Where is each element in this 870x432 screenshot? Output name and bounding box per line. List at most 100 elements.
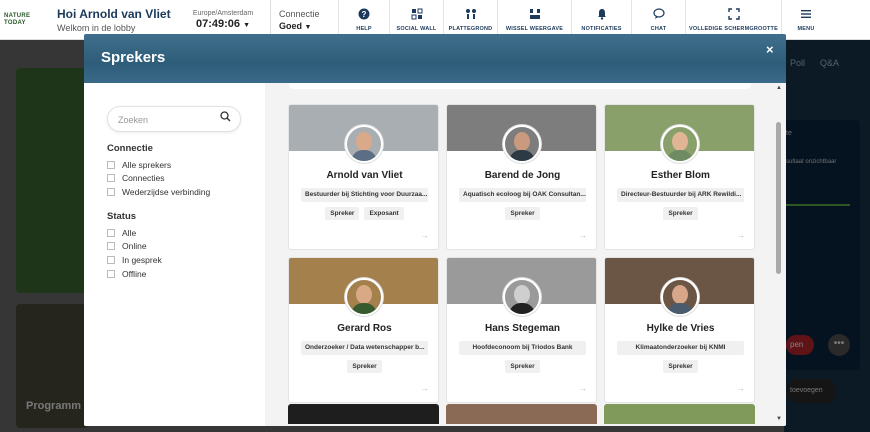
avatar-face	[514, 285, 530, 304]
filter-option-label: Alle	[122, 227, 137, 238]
filter-option-alle-sprekers[interactable]: Alle sprekers	[107, 158, 210, 172]
avatar-face	[672, 285, 688, 304]
filter-option-label: Wederzijdse verbinding	[122, 186, 211, 197]
map-icon	[465, 8, 477, 23]
checkbox[interactable]	[107, 174, 115, 183]
checkbox[interactable]	[107, 255, 115, 264]
avatar-body	[667, 150, 693, 161]
speaker-tags: Spreker Exposant	[289, 207, 438, 220]
speaker-tags: Spreker	[605, 360, 754, 373]
avatar-face	[514, 132, 530, 151]
connection-value: Goed ▼	[279, 21, 332, 31]
scroll-down-icon[interactable]: ▼	[776, 416, 782, 422]
speaker-role: Klimaatonderzoeker bij KNMI	[617, 341, 744, 355]
logo-text-top: NATURE	[4, 12, 31, 19]
speaker-name: Arnold van Vliet	[326, 170, 403, 181]
nav-wissel-weergave-label: WISSEL WEERGAVE	[505, 25, 564, 32]
speaker-card[interactable]: Esther Blom Directeur-Bestuurder bij ARK…	[604, 104, 755, 250]
filter-option-online[interactable]: Online	[107, 240, 162, 254]
help-icon: ?	[358, 8, 370, 23]
tag-badge: Spreker	[505, 360, 540, 373]
avatar-body	[667, 303, 693, 314]
avatar	[661, 125, 699, 163]
speaker-tags: Spreker	[289, 360, 438, 373]
speaker-tags: Spreker	[447, 360, 596, 373]
filter-option-in-gesprek[interactable]: In gesprek	[107, 253, 162, 267]
arrow-right-icon[interactable]: →	[737, 384, 745, 393]
search-box	[107, 106, 241, 132]
speaker-card-partial[interactable]	[446, 404, 597, 424]
search-input[interactable]	[118, 112, 218, 127]
arrow-right-icon[interactable]: →	[421, 231, 429, 240]
speaker-card[interactable]: Barend de Jong Aquatisch ecoloog bij OAK…	[446, 104, 597, 250]
arrow-right-icon[interactable]: →	[421, 384, 429, 393]
checkbox[interactable]	[107, 160, 115, 169]
speaker-name: Gerard Ros	[337, 323, 392, 334]
filter-option-wederzijdse-verbinding[interactable]: Wederzijdse verbinding	[107, 185, 210, 199]
filter-option-label: Offline	[122, 268, 147, 279]
speakers-modal: Sprekers × Connectie Alle sprekers Conne…	[84, 34, 786, 426]
modal-title: Sprekers	[101, 49, 166, 66]
social-wall-icon	[411, 8, 423, 23]
connection-value-text: Goed	[279, 20, 303, 31]
arrow-right-icon[interactable]: →	[737, 231, 745, 240]
speaker-card-partial[interactable]	[604, 404, 755, 424]
avatar-body	[351, 303, 377, 314]
menu-icon	[800, 8, 812, 23]
filter-option-label: In gesprek	[122, 254, 162, 265]
nav-menu[interactable]: MENU	[781, 0, 830, 40]
filter-option-alle[interactable]: Alle	[107, 226, 162, 240]
checkbox[interactable]	[107, 242, 115, 251]
nav-menu-label: MENU	[797, 25, 815, 32]
search-icon[interactable]	[220, 111, 231, 125]
timezone-clock[interactable]: Europe/Amsterdam 07:49:06 ▼	[183, 10, 263, 30]
nature-today-logo[interactable]: NATURE TODAY	[4, 7, 48, 33]
filter-option-offline[interactable]: Offline	[107, 267, 162, 281]
speaker-card-partial[interactable]	[288, 404, 439, 424]
connection-label: Connectie	[279, 8, 320, 19]
avatar	[661, 278, 699, 316]
nav-plattegrond-label: PLATTEGROND	[448, 25, 493, 32]
speaker-name: Hans Stegeman	[484, 323, 561, 334]
scroll-up-icon[interactable]: ▲	[776, 85, 782, 91]
close-icon[interactable]: ×	[766, 42, 774, 57]
checkbox[interactable]	[107, 228, 115, 237]
speaker-tags: Spreker	[447, 207, 596, 220]
scrollbar-thumb[interactable]	[776, 122, 781, 274]
greeting-subtitle: Welkom in de lobby	[57, 22, 136, 33]
logo-text-bottom: TODAY	[4, 19, 26, 26]
checkbox[interactable]	[107, 269, 115, 278]
scrollbar[interactable]: ▲ ▼	[775, 83, 783, 426]
avatar	[345, 278, 383, 316]
filter-status: Status Alle Online In gesprek Offline	[107, 211, 162, 280]
checkbox[interactable]	[107, 187, 115, 196]
speaker-name: Barend de Jong	[484, 170, 561, 181]
filter-title-connectie: Connectie	[107, 143, 153, 154]
nav-help-label: HELP	[356, 25, 372, 32]
timezone-label: Europe/Amsterdam	[192, 9, 254, 17]
avatar-face	[672, 132, 688, 151]
arrow-right-icon[interactable]: →	[579, 231, 587, 240]
speaker-name: Hylke de Vries	[646, 323, 715, 334]
filter-sidebar: Connectie Alle sprekers Connecties Weder…	[84, 83, 265, 426]
speaker-card[interactable]: Hylke de Vries Klimaatonderzoeker bij KN…	[604, 257, 755, 403]
avatar-body	[509, 150, 535, 161]
filter-option-connecties[interactable]: Connecties	[107, 172, 210, 186]
speaker-card[interactable]: Hans Stegeman Hoofdeconoom bij Triodos B…	[446, 257, 597, 403]
tag-badge: Spreker	[505, 207, 540, 220]
clock-time-value: 07:49:06	[195, 17, 241, 30]
speaker-card[interactable]: Arnold van Vliet Bestuurder bij Stichtin…	[288, 104, 439, 250]
nav-social-wall-label: SOCIAL WALL	[396, 25, 437, 32]
tag-badge: Exposant	[364, 207, 404, 220]
filter-option-label: Connecties	[122, 173, 165, 184]
filter-option-label: Online	[122, 241, 147, 252]
tag-badge: Spreker	[663, 360, 698, 373]
avatar-face	[356, 285, 372, 304]
arrow-right-icon[interactable]: →	[579, 384, 587, 393]
avatar	[503, 125, 541, 163]
speaker-role: Aquatisch ecoloog bij OAK Consultan...	[459, 188, 586, 202]
speaker-role: Onderzoeker / Data wetenschapper b...	[301, 341, 428, 355]
filter-option-label: Alle sprekers	[122, 159, 172, 170]
avatar	[345, 125, 383, 163]
speaker-card[interactable]: Gerard Ros Onderzoeker / Data wetenschap…	[288, 257, 439, 403]
